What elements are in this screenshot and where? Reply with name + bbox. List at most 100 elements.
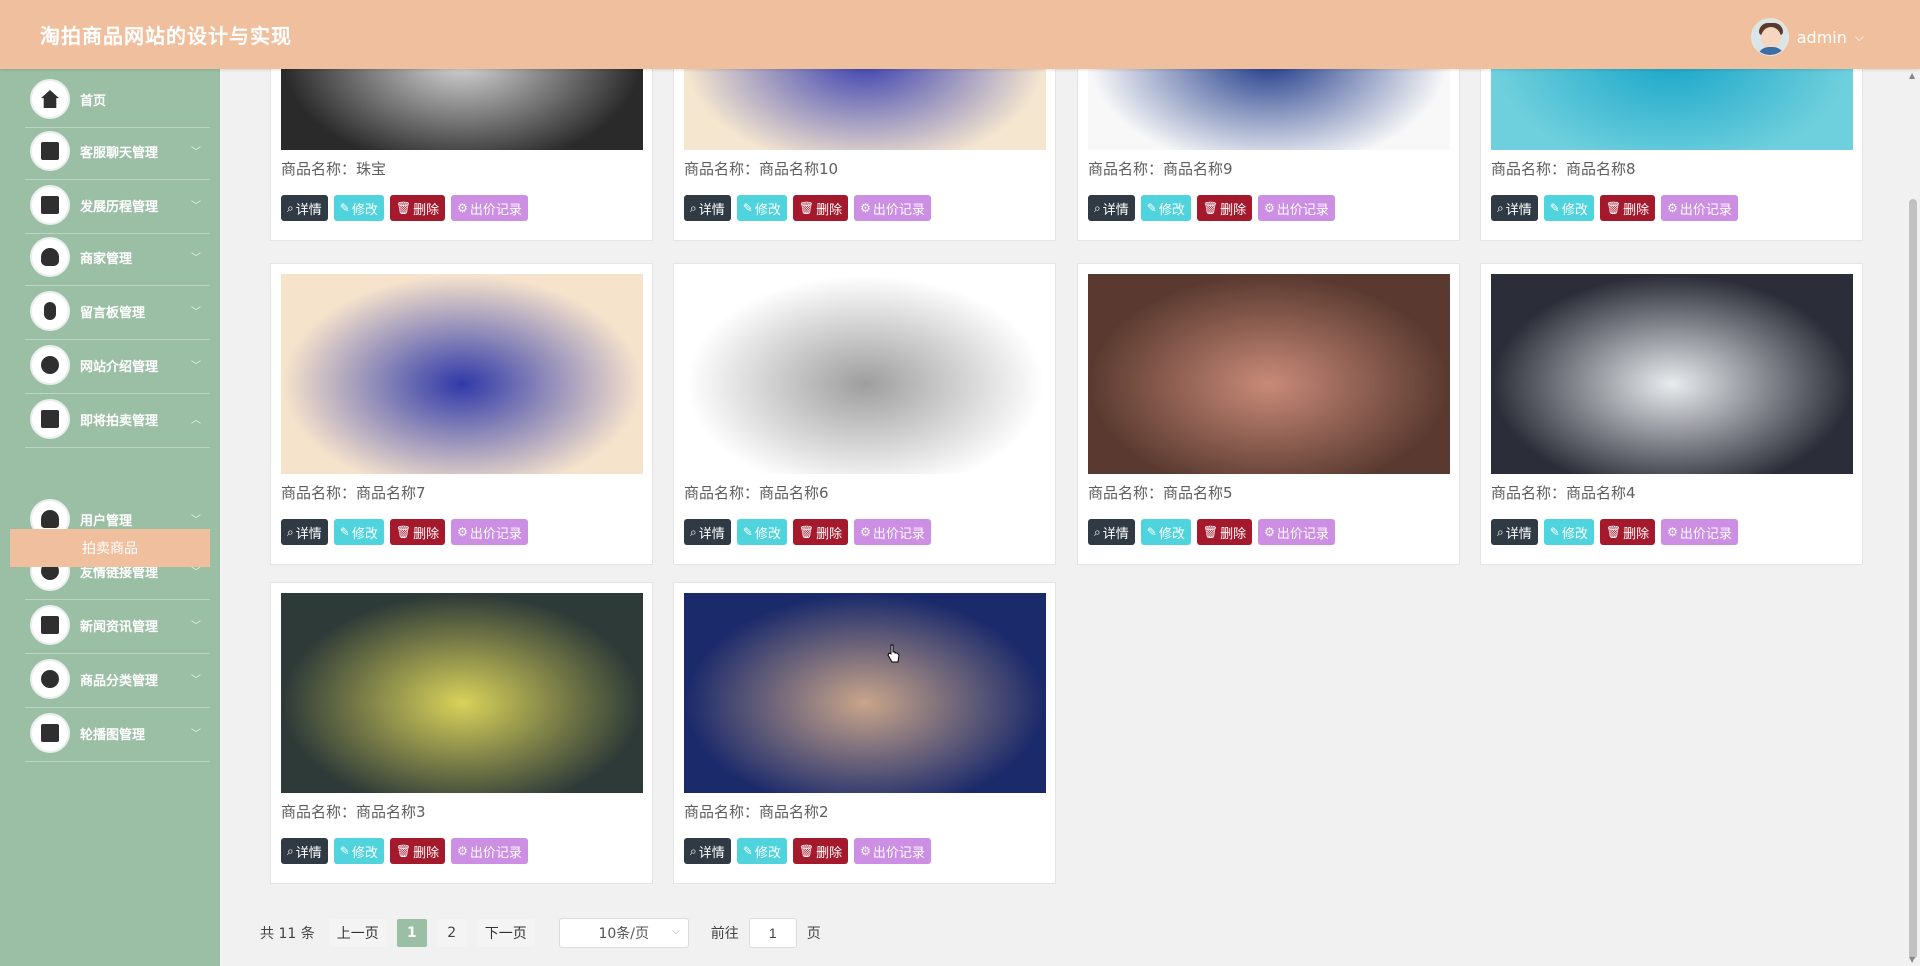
bid-records-button[interactable]: ⚙ 出价记录 (451, 838, 528, 864)
gear-icon: ⚙ (860, 525, 871, 539)
scrollbar-thumb[interactable] (1909, 199, 1917, 959)
edit-button[interactable]: ✎ 修改 (736, 195, 787, 221)
page-size-select[interactable]: 10条/页 ⌵ (558, 918, 689, 948)
sidebar-subitem-auction-goods[interactable]: 拍卖商品 (10, 529, 210, 567)
sidebar-item-10[interactable]: 商品分类管理 ﹀ (30, 655, 205, 703)
home-icon (30, 79, 70, 119)
chevron-down-icon[interactable]: ⌵ (1855, 30, 1864, 45)
next-page-button[interactable]: 下一页 (476, 919, 535, 947)
sidebar-item-0[interactable]: 首页 (30, 75, 205, 123)
sidebar-divider (25, 179, 210, 180)
bid-records-button[interactable]: ⚙ 出价记录 (1661, 519, 1738, 545)
product-image[interactable] (281, 593, 643, 793)
edit-button[interactable]: ✎ 修改 (333, 838, 384, 864)
sidebar-divider (25, 707, 210, 708)
product-image[interactable] (684, 274, 1046, 474)
page-2-button[interactable]: 2 (436, 919, 467, 947)
pencil-icon: ✎ (1549, 201, 1560, 215)
edit-button[interactable]: ✎ 修改 (1543, 519, 1594, 545)
chat-icon-glyph (41, 142, 59, 160)
edit-button[interactable]: ✎ 修改 (736, 838, 787, 864)
delete-button[interactable]: 🗑 删除 (792, 838, 849, 864)
edit-button[interactable]: ✎ 修改 (1543, 195, 1594, 221)
product-image[interactable] (281, 274, 643, 474)
scroll-up-icon[interactable]: ▲ (1909, 71, 1915, 80)
scroll-down-icon[interactable]: ▼ (1909, 955, 1915, 964)
detail-button[interactable]: ⌕ 详情 (281, 195, 328, 221)
search-icon: ⌕ (287, 843, 294, 858)
delete-button[interactable]: 🗑 删除 (792, 519, 849, 545)
edit-button[interactable]: ✎ 修改 (333, 519, 384, 545)
chevron-down-icon: ﹀ (191, 361, 201, 372)
detail-button[interactable]: ⌕ 详情 (281, 838, 328, 864)
edit-button[interactable]: ✎ 修改 (333, 195, 384, 221)
sidebar-item-4[interactable]: 留言板管理 ﹀ (30, 287, 205, 335)
bid-records-button[interactable]: ⚙ 出价记录 (854, 195, 931, 221)
pencil-icon: ✎ (1146, 201, 1157, 215)
pagination: 共 11 条 上一页 1 2 下一页 10条/页 ⌵ 前往 页 (260, 918, 821, 948)
product-card: 商品名称：商品名称3 ⌕ 详情 ✎ 修改 🗑 删除 ⚙ 出价记录 (270, 582, 653, 884)
bid-records-button[interactable]: ⚙ 出价记录 (854, 838, 931, 864)
delete-button[interactable]: 🗑 删除 (389, 195, 446, 221)
delete-button[interactable]: 🗑 删除 (1196, 195, 1253, 221)
delete-button[interactable]: 🗑 删除 (792, 195, 849, 221)
delete-button[interactable]: 🗑 删除 (1196, 519, 1253, 545)
product-name: 商品名称：商品名称5 (1088, 484, 1233, 502)
delete-button[interactable]: 🗑 删除 (1599, 195, 1656, 221)
detail-button[interactable]: ⌕ 详情 (684, 838, 731, 864)
bid-records-button[interactable]: ⚙ 出价记录 (854, 519, 931, 545)
detail-button[interactable]: ⌕ 详情 (1491, 519, 1538, 545)
detail-button-label: 详情 (698, 202, 725, 218)
edit-button[interactable]: ✎ 修改 (1140, 195, 1191, 221)
bid-records-button[interactable]: ⚙ 出价记录 (1661, 195, 1738, 221)
product-image[interactable] (1088, 274, 1450, 474)
sidebar-item-1[interactable]: 客服聊天管理 ﹀ (30, 127, 205, 175)
gear-icon: ⚙ (457, 201, 468, 215)
edit-button[interactable]: ✎ 修改 (1140, 519, 1191, 545)
sidebar-item-3[interactable]: 商家管理 ﹀ (30, 233, 205, 281)
product-image[interactable] (1491, 274, 1853, 474)
trash-icon: 🗑 (395, 525, 412, 539)
delete-button[interactable]: 🗑 删除 (389, 838, 446, 864)
product-image[interactable] (684, 593, 1046, 793)
delete-button-label: 删除 (816, 202, 843, 218)
detail-button[interactable]: ⌕ 详情 (1491, 195, 1538, 221)
card-actions: ⌕ 详情 ✎ 修改 🗑 删除 ⚙ 出价记录 (1088, 195, 1335, 221)
trash-icon: 🗑 (1202, 525, 1219, 539)
goto-label: 前往 (710, 926, 739, 942)
sidebar-item-9[interactable]: 新闻资讯管理 ﹀ (30, 601, 205, 649)
card-actions: ⌕ 详情 ✎ 修改 🗑 删除 ⚙ 出价记录 (684, 195, 931, 221)
vertical-scrollbar[interactable]: ▲ ▼ (1906, 69, 1920, 966)
delete-button[interactable]: 🗑 删除 (389, 519, 446, 545)
username[interactable]: admin (1797, 28, 1847, 47)
product-name: 商品名称：商品名称9 (1088, 160, 1233, 178)
bid-records-button[interactable]: ⚙ 出价记录 (1258, 195, 1335, 221)
product-name: 商品名称：商品名称4 (1491, 484, 1636, 502)
page-1-button[interactable]: 1 (396, 919, 427, 947)
detail-button[interactable]: ⌕ 详情 (684, 195, 731, 221)
total-count: 共 11 条 (260, 926, 315, 942)
sidebar-item-6[interactable]: 即将拍卖管理 ︿ (30, 395, 205, 443)
user-avatar[interactable] (1750, 18, 1789, 56)
edit-button[interactable]: ✎ 修改 (736, 519, 787, 545)
delete-button[interactable]: 🗑 删除 (1599, 519, 1656, 545)
card-actions: ⌕ 详情 ✎ 修改 🗑 删除 ⚙ 出价记录 (281, 838, 528, 864)
sidebar-item-11[interactable]: 轮播图管理 ﹀ (30, 709, 205, 757)
user-menu[interactable]: admin ⌵ (1750, 18, 1864, 56)
sidebar-item-5[interactable]: 网站介绍管理 ﹀ (30, 341, 205, 389)
detail-button[interactable]: ⌕ 详情 (281, 519, 328, 545)
bid-records-button[interactable]: ⚙ 出价记录 (451, 195, 528, 221)
detail-button[interactable]: ⌕ 详情 (684, 519, 731, 545)
detail-button[interactable]: ⌕ 详情 (1088, 195, 1135, 221)
prev-page-button[interactable]: 上一页 (328, 919, 387, 947)
goto-page-input[interactable] (748, 918, 797, 948)
bid-records-button[interactable]: ⚙ 出价记录 (1258, 519, 1335, 545)
sidebar-item-2[interactable]: 发展历程管理 ﹀ (30, 181, 205, 229)
detail-button[interactable]: ⌕ 详情 (1088, 519, 1135, 545)
chevron-down-icon: ﹀ (191, 729, 201, 740)
edit-button-label: 修改 (1158, 526, 1185, 542)
bid-records-button[interactable]: ⚙ 出价记录 (451, 519, 528, 545)
page-suffix: 页 (806, 926, 821, 942)
bid-records-button-label: 出价记录 (1276, 202, 1329, 218)
news-icon-glyph (41, 616, 59, 634)
